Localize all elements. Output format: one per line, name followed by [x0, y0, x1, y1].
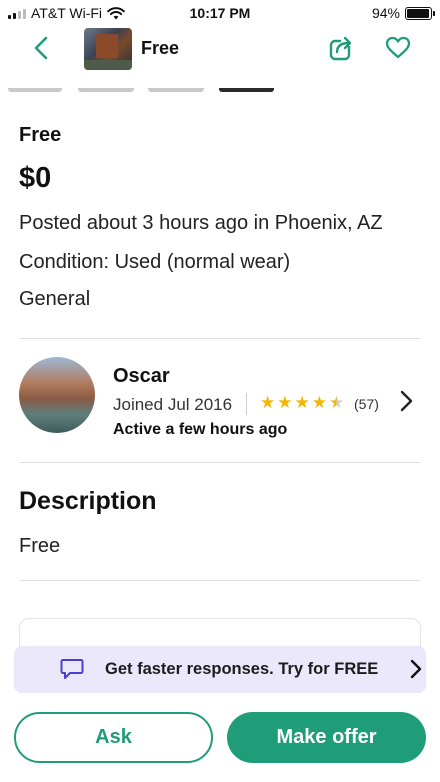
- share-icon[interactable]: [328, 34, 354, 62]
- category-label: General: [19, 288, 91, 310]
- seller-name: Oscar: [113, 365, 170, 387]
- photo-carousel-edge[interactable]: [0, 88, 440, 94]
- battery-percent: 94%: [371, 5, 400, 21]
- seller-activity: Active a few hours ago: [113, 421, 288, 438]
- heart-icon[interactable]: [385, 34, 411, 62]
- chat-bubble-icon: [60, 659, 84, 679]
- seller-joined: Joined Jul 2016: [113, 395, 233, 414]
- chevron-right-icon[interactable]: [409, 658, 423, 680]
- listing-title: Free: [19, 124, 62, 146]
- listing-thumbnail[interactable]: [84, 28, 132, 70]
- half-star-icon: ★: [329, 393, 345, 412]
- content-card: [19, 618, 421, 648]
- divider: [19, 338, 421, 339]
- divider: [19, 580, 421, 581]
- status-bar: AT&T Wi-Fi 10:17 PM 94%: [0, 0, 440, 28]
- ask-button[interactable]: Ask: [14, 712, 213, 763]
- rating-count: (57): [354, 396, 379, 412]
- battery-info: 94%: [371, 5, 435, 21]
- condition-info: Condition: Used (normal wear): [19, 251, 291, 273]
- star-icon: ★: [277, 393, 293, 412]
- star-icon: ★: [294, 393, 310, 412]
- seller-rating-stars: ★ ★ ★ ★ ★: [260, 394, 344, 412]
- listing-header: Free: [0, 28, 440, 76]
- description-text: Free: [19, 535, 61, 557]
- divider: [246, 393, 247, 415]
- star-icon: ★: [260, 393, 276, 412]
- posted-info: Posted about 3 hours ago in Phoenix, AZ: [19, 212, 383, 234]
- star-icon: ★: [311, 393, 327, 412]
- listing-price: $0: [19, 162, 52, 194]
- header-title: Free: [141, 38, 180, 58]
- battery-icon: [405, 6, 435, 20]
- avatar[interactable]: [19, 357, 95, 433]
- divider: [19, 462, 421, 463]
- description-heading: Description: [19, 487, 157, 515]
- chevron-right-icon[interactable]: [397, 389, 415, 413]
- promo-banner[interactable]: Get faster responses. Try for FREE: [14, 646, 426, 693]
- promo-text: Get faster responses. Try for FREE: [105, 660, 379, 678]
- chevron-left-icon[interactable]: [28, 34, 56, 62]
- make-offer-button[interactable]: Make offer: [227, 712, 426, 763]
